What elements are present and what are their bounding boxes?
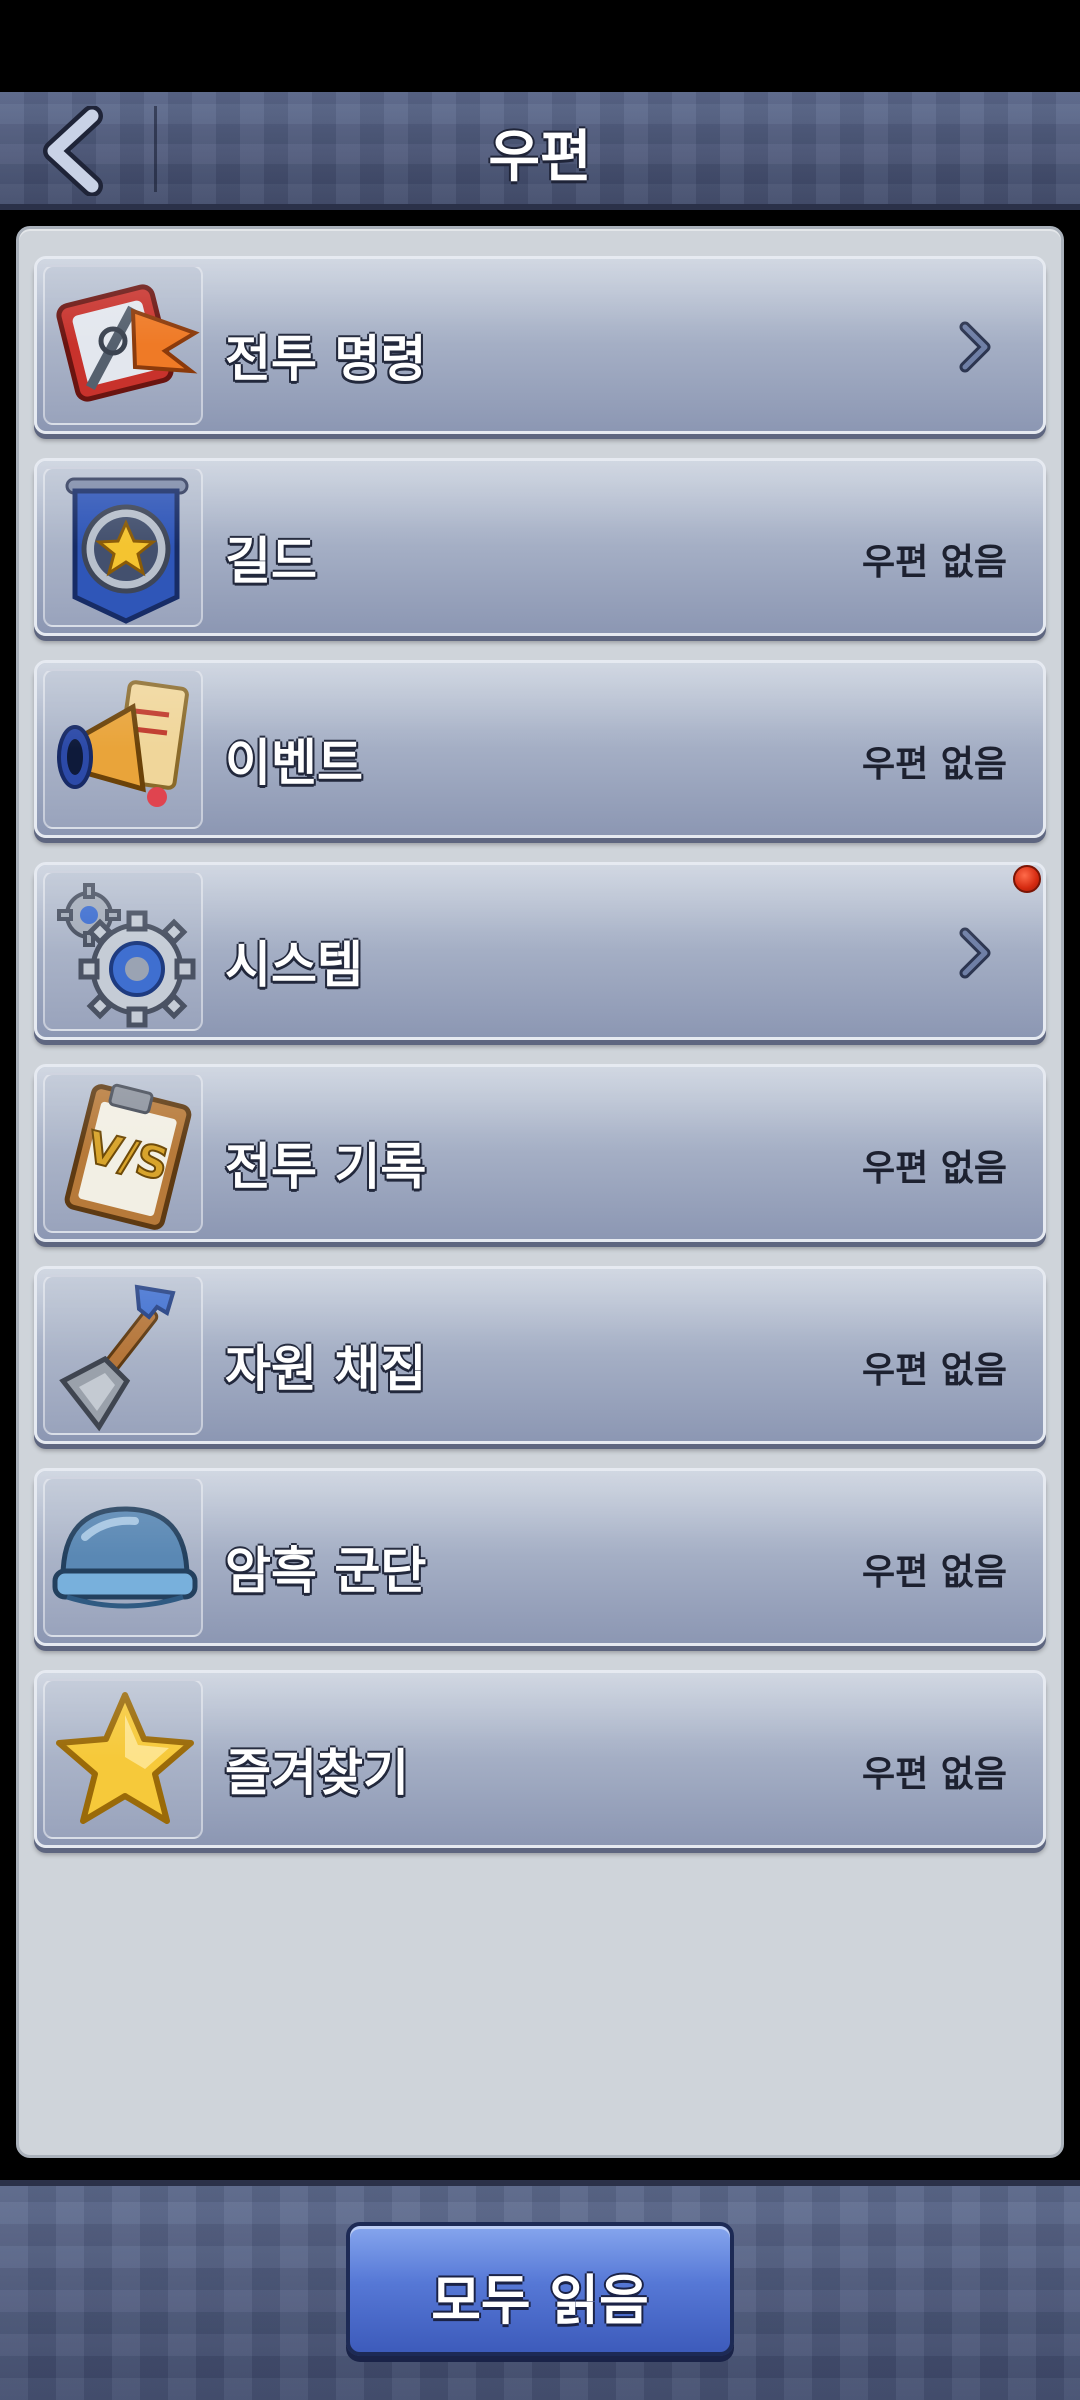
system-icon-frame bbox=[43, 871, 203, 1031]
mail-category-dark-legion[interactable]: 암흑 군단 우편 없음 bbox=[34, 1468, 1046, 1646]
mail-status-text: 우편 없음 bbox=[861, 542, 1007, 583]
event-icon-frame bbox=[43, 669, 203, 829]
read-all-label: 모두 읽음 bbox=[431, 2269, 649, 2332]
mail-category-label: 길드 bbox=[225, 532, 317, 590]
status-bar bbox=[0, 0, 1080, 92]
mail-category-favorites[interactable]: 즐겨찾기 우편 없음 bbox=[34, 1670, 1046, 1848]
mail-category-label: 시스템 bbox=[225, 936, 363, 994]
mail-category-label: 즐겨찾기 bbox=[225, 1744, 409, 1802]
dark-legion-icon-frame bbox=[43, 1477, 203, 1637]
battle-order-flag-icon bbox=[56, 284, 200, 402]
dark-legion-helmet-icon bbox=[52, 1506, 198, 1609]
footer-bar: 모두 읽음 bbox=[0, 2180, 1080, 2400]
mail-status-text: 우편 없음 bbox=[861, 1552, 1007, 1593]
mail-status-text: 우편 없음 bbox=[861, 1350, 1007, 1391]
mail-category-label: 이벤트 bbox=[225, 734, 363, 792]
notification-dot bbox=[1013, 865, 1041, 893]
mail-status-text: 우편 없음 bbox=[861, 744, 1007, 785]
mail-category-guild[interactable]: 길드 우편 없음 bbox=[34, 458, 1046, 636]
mail-status-text: 우편 없음 bbox=[861, 1754, 1007, 1795]
gathering-shovel-icon bbox=[59, 1284, 176, 1432]
favorite-star-icon bbox=[56, 1692, 194, 1824]
system-gears-icon bbox=[57, 883, 196, 1028]
guild-icon-frame bbox=[43, 467, 203, 627]
battle-record-icon-frame: V/S bbox=[43, 1073, 203, 1233]
read-all-button[interactable]: 모두 읽음 bbox=[346, 2222, 734, 2356]
chevron-right-icon bbox=[959, 927, 991, 979]
page-title: 우편 bbox=[488, 125, 592, 190]
mail-category-label: 암흑 군단 bbox=[225, 1542, 427, 1600]
mail-category-label: 자원 채집 bbox=[225, 1340, 427, 1398]
guild-star-banner-icon bbox=[65, 477, 189, 624]
battle-order-icon-frame bbox=[43, 265, 203, 425]
mail-category-system[interactable]: 시스템 bbox=[34, 862, 1046, 1040]
mail-category-event[interactable]: 이벤트 우편 없음 bbox=[34, 660, 1046, 838]
chevron-right-icon bbox=[959, 321, 991, 373]
mail-category-label: 전투 명령 bbox=[225, 330, 427, 388]
resource-gathering-icon-frame bbox=[43, 1275, 203, 1435]
favorites-icon-frame bbox=[43, 1679, 203, 1839]
mail-category-label: 전투 기록 bbox=[225, 1138, 427, 1196]
mail-category-battle-record[interactable]: V/S 전투 기록 우편 없음 bbox=[34, 1064, 1046, 1242]
battle-record-vs-clipboard-icon: V/S bbox=[64, 1083, 192, 1230]
mail-category-battle-order[interactable]: 전투 명령 bbox=[34, 256, 1046, 434]
header-bar: 우편 bbox=[0, 92, 1080, 210]
event-megaphone-icon bbox=[57, 680, 189, 807]
mail-category-resource-gathering[interactable]: 자원 채집 우편 없음 bbox=[34, 1266, 1046, 1444]
mail-status-text: 우편 없음 bbox=[861, 1148, 1007, 1189]
